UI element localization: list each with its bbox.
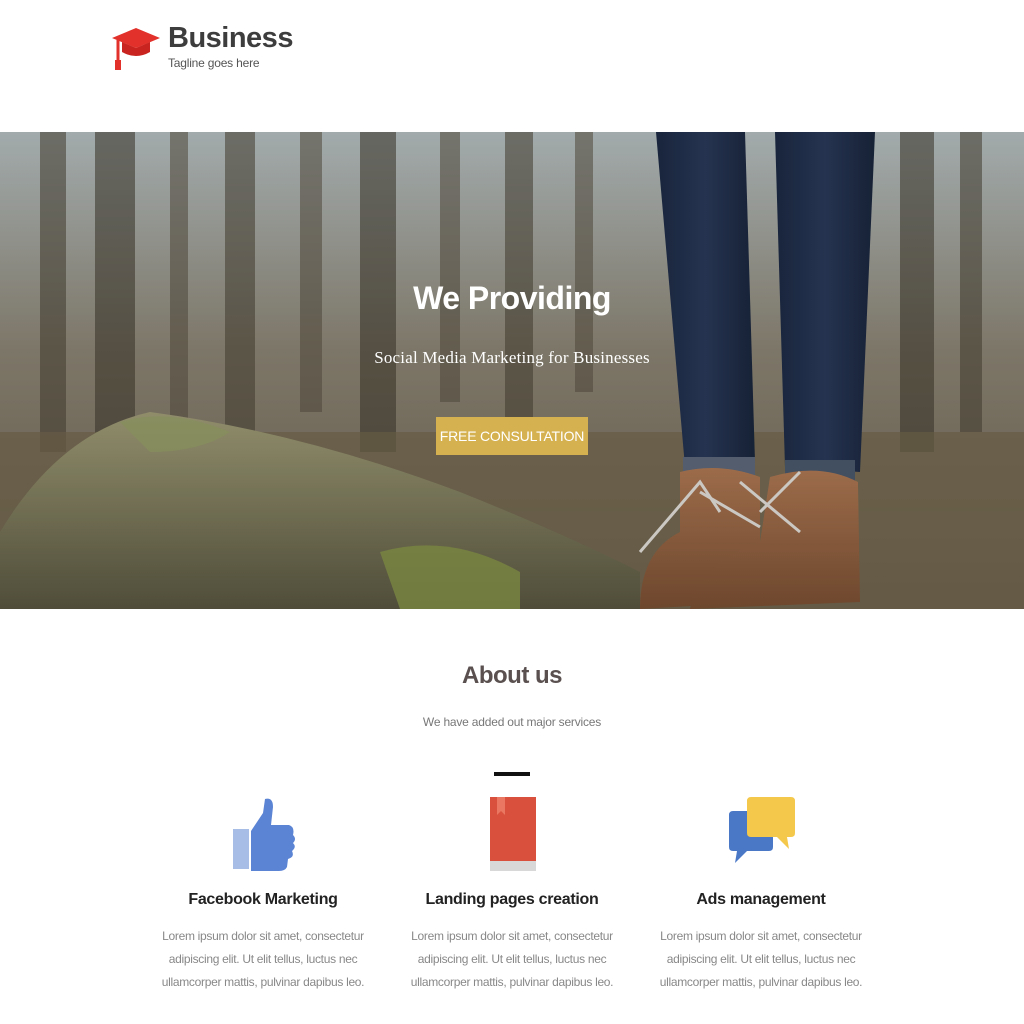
logo[interactable]: Business Tagline goes here bbox=[110, 22, 293, 72]
free-consultation-button[interactable]: FREE CONSULTATION bbox=[436, 417, 588, 455]
service-description: Lorem ipsum dolor sit amet, consectetur … bbox=[410, 929, 614, 989]
logo-tagline: Tagline goes here bbox=[168, 56, 260, 70]
thumbs-up-icon bbox=[233, 798, 295, 871]
logo-title: Business bbox=[168, 22, 293, 54]
about-title: About us bbox=[462, 662, 562, 689]
service-description: Lorem ipsum dolor sit amet, consectetur … bbox=[659, 929, 863, 989]
hero-subtitle: Social Media Marketing for Businesses bbox=[374, 348, 650, 367]
service-card-landing-pages: Landing pages creation Lorem ipsum dolor… bbox=[392, 795, 632, 994]
service-description: Lorem ipsum dolor sit amet, consectetur … bbox=[161, 929, 365, 989]
service-title: Landing pages creation bbox=[425, 891, 599, 908]
chat-bubbles-icon bbox=[729, 797, 795, 863]
graduation-cap-icon bbox=[112, 28, 160, 70]
service-card-facebook-marketing: Facebook Marketing Lorem ipsum dolor sit… bbox=[143, 795, 383, 994]
service-title: Ads management bbox=[696, 891, 826, 908]
service-title: Facebook Marketing bbox=[188, 891, 338, 908]
hero-banner: We Providing Social Media Marketing for … bbox=[0, 132, 1024, 609]
about-subtitle: We have added out major services bbox=[422, 715, 602, 729]
site-header: Business Tagline goes here bbox=[0, 0, 1024, 132]
book-icon bbox=[490, 797, 536, 871]
hero-title: We Providing bbox=[413, 280, 611, 316]
section-divider bbox=[494, 772, 530, 776]
service-card-ads-management: Ads management Lorem ipsum dolor sit ame… bbox=[641, 795, 881, 994]
